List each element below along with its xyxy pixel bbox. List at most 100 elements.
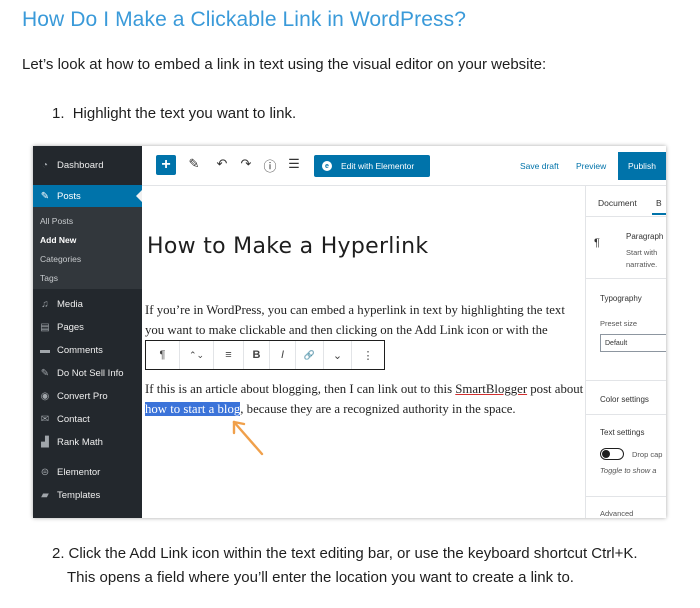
envelope-icon: ✉ [40, 413, 50, 425]
redo-icon[interactable]: ↷ [238, 156, 254, 172]
step-1: 1. Highlight the text you want to link. [52, 102, 296, 126]
pages-icon: ▤ [40, 321, 50, 333]
post-title[interactable]: How to Make a Hyperlink [147, 234, 428, 259]
comments-icon: ▬ [40, 344, 50, 356]
settings-panel: Document B ¶ Paragraph Start with narrat… [585, 186, 666, 518]
admin-sidebar: ◔ Dashboard ✎ Posts All Posts Add New Ca… [33, 146, 142, 518]
more-options-icon[interactable]: ⋮ [352, 341, 384, 369]
info-icon[interactable]: ⓘ [262, 156, 278, 175]
submenu-add-new[interactable]: Add New [40, 235, 76, 245]
sidebar-item-label: Media [57, 298, 83, 310]
wordpress-editor-screenshot: ◔ Dashboard ✎ Posts All Posts Add New Ca… [33, 146, 666, 518]
article-title: How Do I Make a Clickable Link in WordPr… [22, 8, 467, 31]
bold-button[interactable]: B [244, 341, 270, 369]
text-settings-heading[interactable]: Text settings [600, 428, 644, 437]
sidebar-item-label: Pages [57, 321, 84, 333]
step-text-continued: This opens a field where you’ll enter th… [67, 569, 574, 586]
pointer-arrow-icon [232, 420, 264, 456]
preset-size-select[interactable]: Default [600, 334, 666, 352]
block-toolbar: ¶ ⌃⌄ ≡ B I 🔗 ⌄ ⋮ [145, 340, 385, 370]
italic-button[interactable]: I [270, 341, 296, 369]
more-formats-icon[interactable]: ⌄ [324, 341, 352, 369]
block-description: narrative. [626, 260, 658, 269]
tab-document[interactable]: Document [598, 198, 637, 208]
sidebar-item-dashboard[interactable]: ◔ Dashboard [33, 154, 142, 176]
sidebar-item-convert-pro[interactable]: ◉ Convert Pro [33, 385, 142, 407]
add-block-button[interactable]: + [156, 155, 176, 175]
editor-canvas: How to Make a Hyperlink If you’re in Wor… [142, 186, 585, 518]
sidebar-item-elementor[interactable]: ⊜ Elementor [33, 461, 142, 483]
step-number: 1. [52, 105, 65, 122]
sidebar-item-label: Elementor [57, 466, 101, 478]
submenu-categories[interactable]: Categories [40, 254, 81, 264]
sidebar-item-label: Contact [57, 413, 90, 425]
sidebar-item-posts[interactable]: ✎ Posts [33, 185, 142, 207]
drop-cap-label: Drop cap [632, 450, 663, 459]
posts-submenu: All Posts Add New Categories Tags [33, 207, 142, 289]
paragraph-text: , because they are a recognized authorit… [240, 402, 516, 416]
drop-cap-toggle[interactable] [600, 448, 624, 460]
link-icon[interactable]: 🔗 [296, 341, 324, 369]
media-icon: ♫ [41, 298, 49, 310]
sidebar-item-comments[interactable]: ▬ Comments [33, 339, 142, 361]
typography-heading[interactable]: Typography [600, 294, 642, 303]
selected-text[interactable]: how to start a blog [145, 402, 241, 416]
save-draft-link[interactable]: Save draft [520, 161, 559, 171]
divider [586, 496, 666, 497]
divider [586, 278, 666, 279]
dashboard-icon: ◔ [41, 159, 49, 171]
submenu-all-posts[interactable]: All Posts [40, 216, 73, 226]
drop-cap-hint: Toggle to show a [600, 466, 657, 475]
folder-icon: ▰ [41, 489, 49, 501]
sidebar-item-pages[interactable]: ▤ Pages [33, 316, 142, 338]
pencil-icon[interactable]: ✎ [186, 156, 202, 172]
step-2: 2. Click the Add Link icon within the tex… [52, 542, 682, 590]
paragraph-text: post about [527, 382, 584, 396]
divider [586, 414, 666, 415]
move-block-icon[interactable]: ⌃⌄ [180, 341, 214, 369]
elementor-icon: e [322, 161, 332, 171]
step-number: 2. [52, 545, 65, 562]
paragraph-icon[interactable]: ¶ [146, 341, 180, 369]
publish-button[interactable]: Publish [618, 152, 666, 180]
paragraph-text: If this is an article about blogging, th… [145, 382, 456, 396]
sidebar-item-label: Do Not Sell Info [57, 367, 124, 379]
edit-with-elementor-button[interactable]: e Edit with Elementor [314, 155, 430, 177]
list-view-icon[interactable]: ☰ [286, 156, 302, 172]
sidebar-item-label: Dashboard [57, 159, 104, 171]
advanced-heading[interactable]: Advanced [600, 509, 633, 518]
sidebar-item-templates[interactable]: ▰ Templates [33, 484, 142, 506]
tab-block[interactable]: B [656, 198, 662, 208]
preview-link[interactable]: Preview [576, 161, 606, 171]
elementor-icon: ⊜ [40, 466, 50, 478]
sidebar-item-label: Rank Math [57, 436, 103, 448]
editor-toolbar: + ✎ ↶ ↷ ⓘ ☰ e Edit with Elementor Save d… [142, 146, 666, 186]
preset-size-label: Preset size [600, 319, 638, 328]
step-text: Click the Add Link icon within the text … [68, 545, 638, 562]
divider [586, 380, 666, 381]
step-text: Highlight the text you want to link. [72, 105, 297, 122]
convert-pro-icon: ◉ [40, 390, 50, 402]
color-settings-heading[interactable]: Color settings [600, 395, 649, 404]
align-icon[interactable]: ≡ [214, 341, 244, 369]
sidebar-item-label: Posts [57, 190, 81, 202]
pin-icon: ✎ [40, 367, 50, 379]
divider [586, 216, 666, 217]
paragraph-block-1[interactable]: If you’re in WordPress, you can embed a … [145, 300, 585, 340]
active-tab-indicator [652, 213, 666, 215]
sidebar-item-label: Convert Pro [57, 390, 108, 402]
paragraph-icon: ¶ [594, 237, 600, 249]
undo-icon[interactable]: ↶ [214, 156, 230, 172]
sidebar-item-media[interactable]: ♫ Media [33, 293, 142, 315]
sidebar-item-rank-math[interactable]: ▟ Rank Math [33, 431, 142, 453]
submenu-tags[interactable]: Tags [40, 273, 58, 283]
pin-icon: ✎ [40, 190, 50, 202]
chart-icon: ▟ [41, 436, 49, 448]
sidebar-item-do-not-sell[interactable]: ✎ Do Not Sell Info [33, 362, 142, 384]
sidebar-item-label: Templates [57, 489, 101, 501]
paragraph-block-2[interactable]: If this is an article about blogging, th… [145, 379, 585, 419]
sidebar-item-label: Comments [57, 344, 103, 356]
intro-text: Let’s look at how to embed a link in tex… [22, 56, 547, 73]
sidebar-item-contact[interactable]: ✉ Contact [33, 408, 142, 430]
block-description: Start with [626, 248, 658, 257]
